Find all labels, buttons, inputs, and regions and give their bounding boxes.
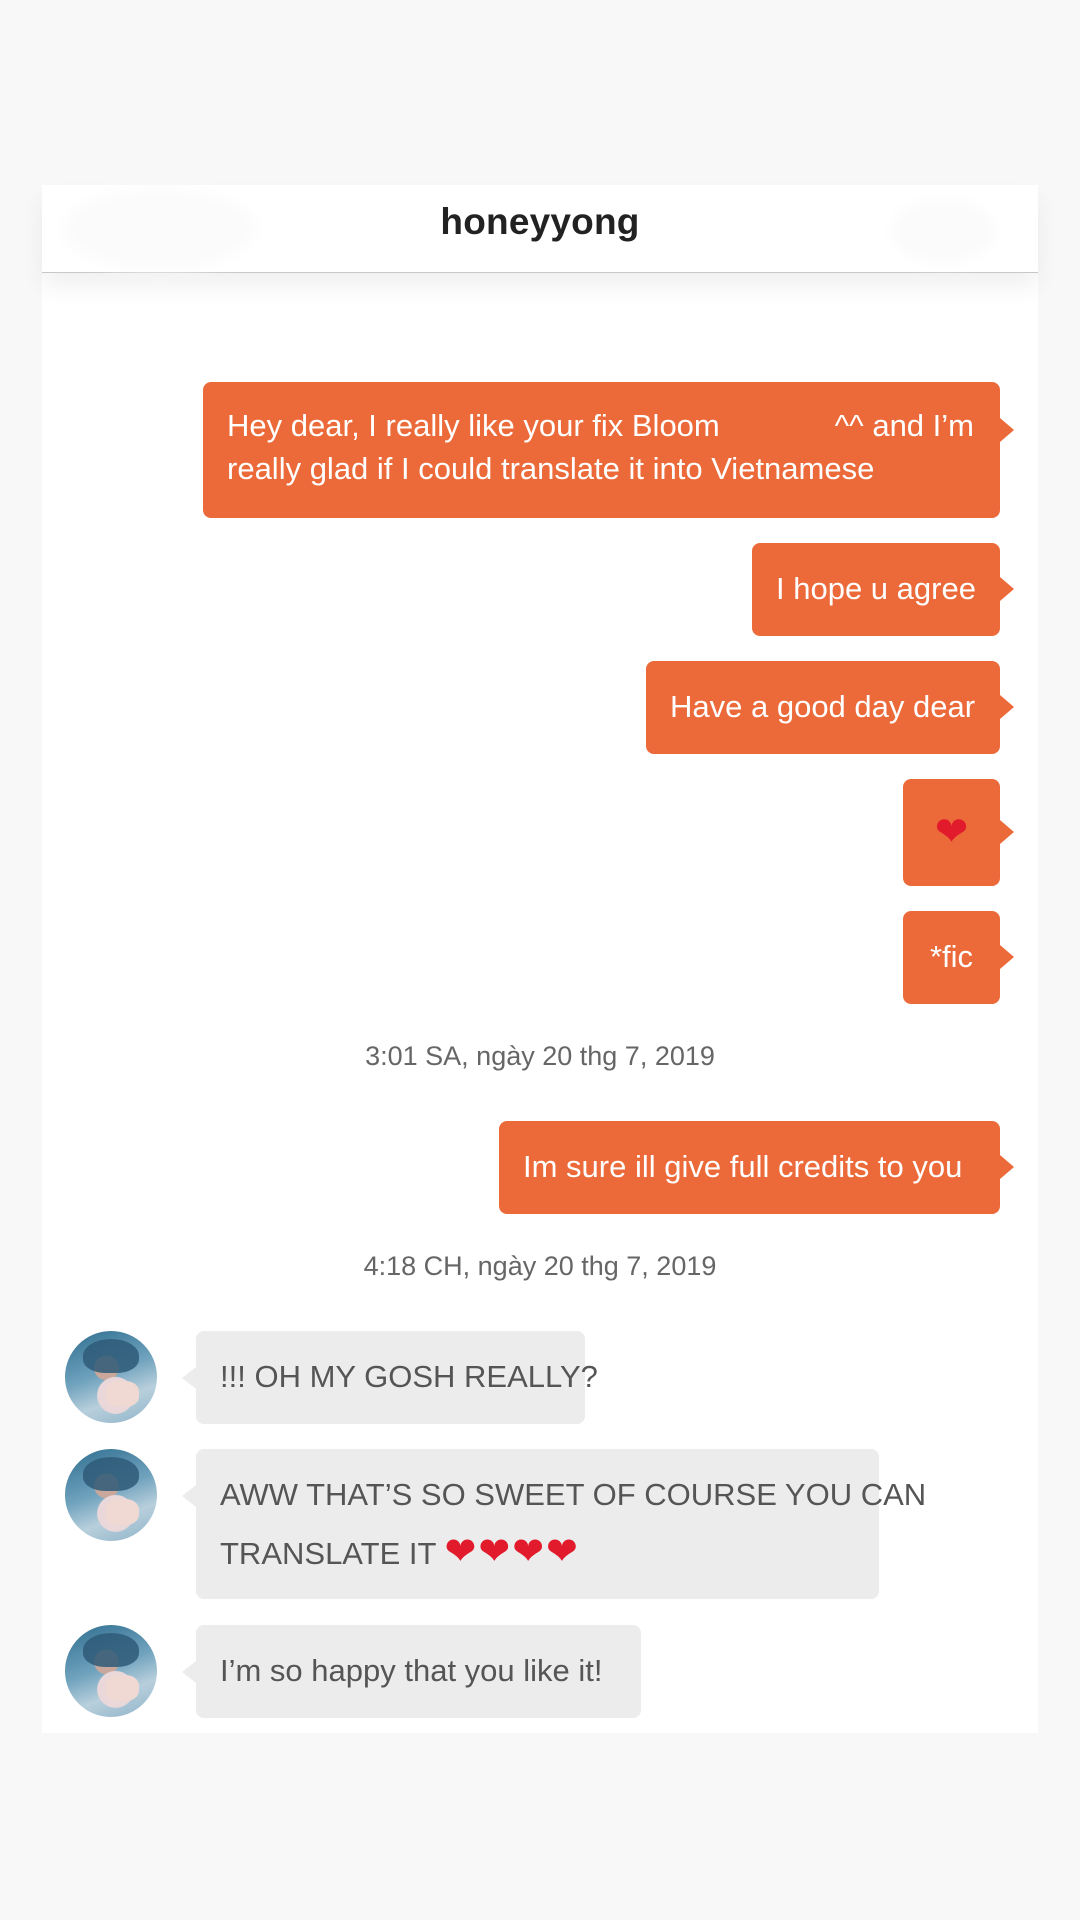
redacted-menu-button[interactable] <box>898 207 988 255</box>
message-timestamp: 3:01 SA, ngày 20 thg 7, 2019 <box>365 1041 715 1071</box>
message-text: *fic <box>929 939 974 974</box>
message-text: !!! OH MY GOSH REALLY? <box>220 1359 598 1394</box>
message-text: Have a good day dear <box>670 689 976 724</box>
heart-icon: ❤❤❤❤ <box>444 1529 580 1573</box>
message-text: I’m so happy that you like it! <box>220 1653 603 1688</box>
incoming-message[interactable]: I’m so happy that you like it! <box>182 1625 641 1718</box>
outgoing-message[interactable]: Hey dear, I really like your fix Bloom ^… <box>203 382 1014 518</box>
chat-header: honeyyong <box>42 185 1038 273</box>
message-timestamp: 4:18 CH, ngày 20 thg 7, 2019 <box>363 1251 717 1281</box>
incoming-message[interactable]: !!! OH MY GOSH REALLY? <box>182 1331 598 1424</box>
incoming-message[interactable]: AWW THAT’S SO SWEET OF COURSE YOU CAN TR… <box>182 1449 927 1599</box>
avatar[interactable] <box>65 1625 157 1717</box>
message-text: TRANSLATE IT <box>220 1536 436 1571</box>
outgoing-message[interactable]: Im sure ill give full credits to you <box>499 1121 1014 1214</box>
message-text: AWW THAT’S SO SWEET OF COURSE YOU CAN <box>220 1477 927 1512</box>
avatar[interactable] <box>65 1449 157 1541</box>
avatar[interactable] <box>65 1331 157 1423</box>
message-text-end: ^^ and I’m <box>834 408 974 443</box>
message-text: I hope u agree <box>776 571 976 606</box>
message-text: Im sure ill give full credits to you <box>523 1149 963 1184</box>
chat-title: honeyyong <box>440 201 640 242</box>
message-text: really glad if I could translate it into… <box>227 451 875 486</box>
message-text: Hey dear, I really like your fix Bloom <box>227 408 720 443</box>
outgoing-message[interactable]: ❤ <box>903 779 1014 886</box>
outgoing-message[interactable]: *fic <box>903 911 1014 1004</box>
outgoing-message[interactable]: I hope u agree <box>752 543 1014 636</box>
outgoing-message[interactable]: Have a good day dear <box>646 661 1014 754</box>
heart-icon: ❤ <box>934 809 969 855</box>
